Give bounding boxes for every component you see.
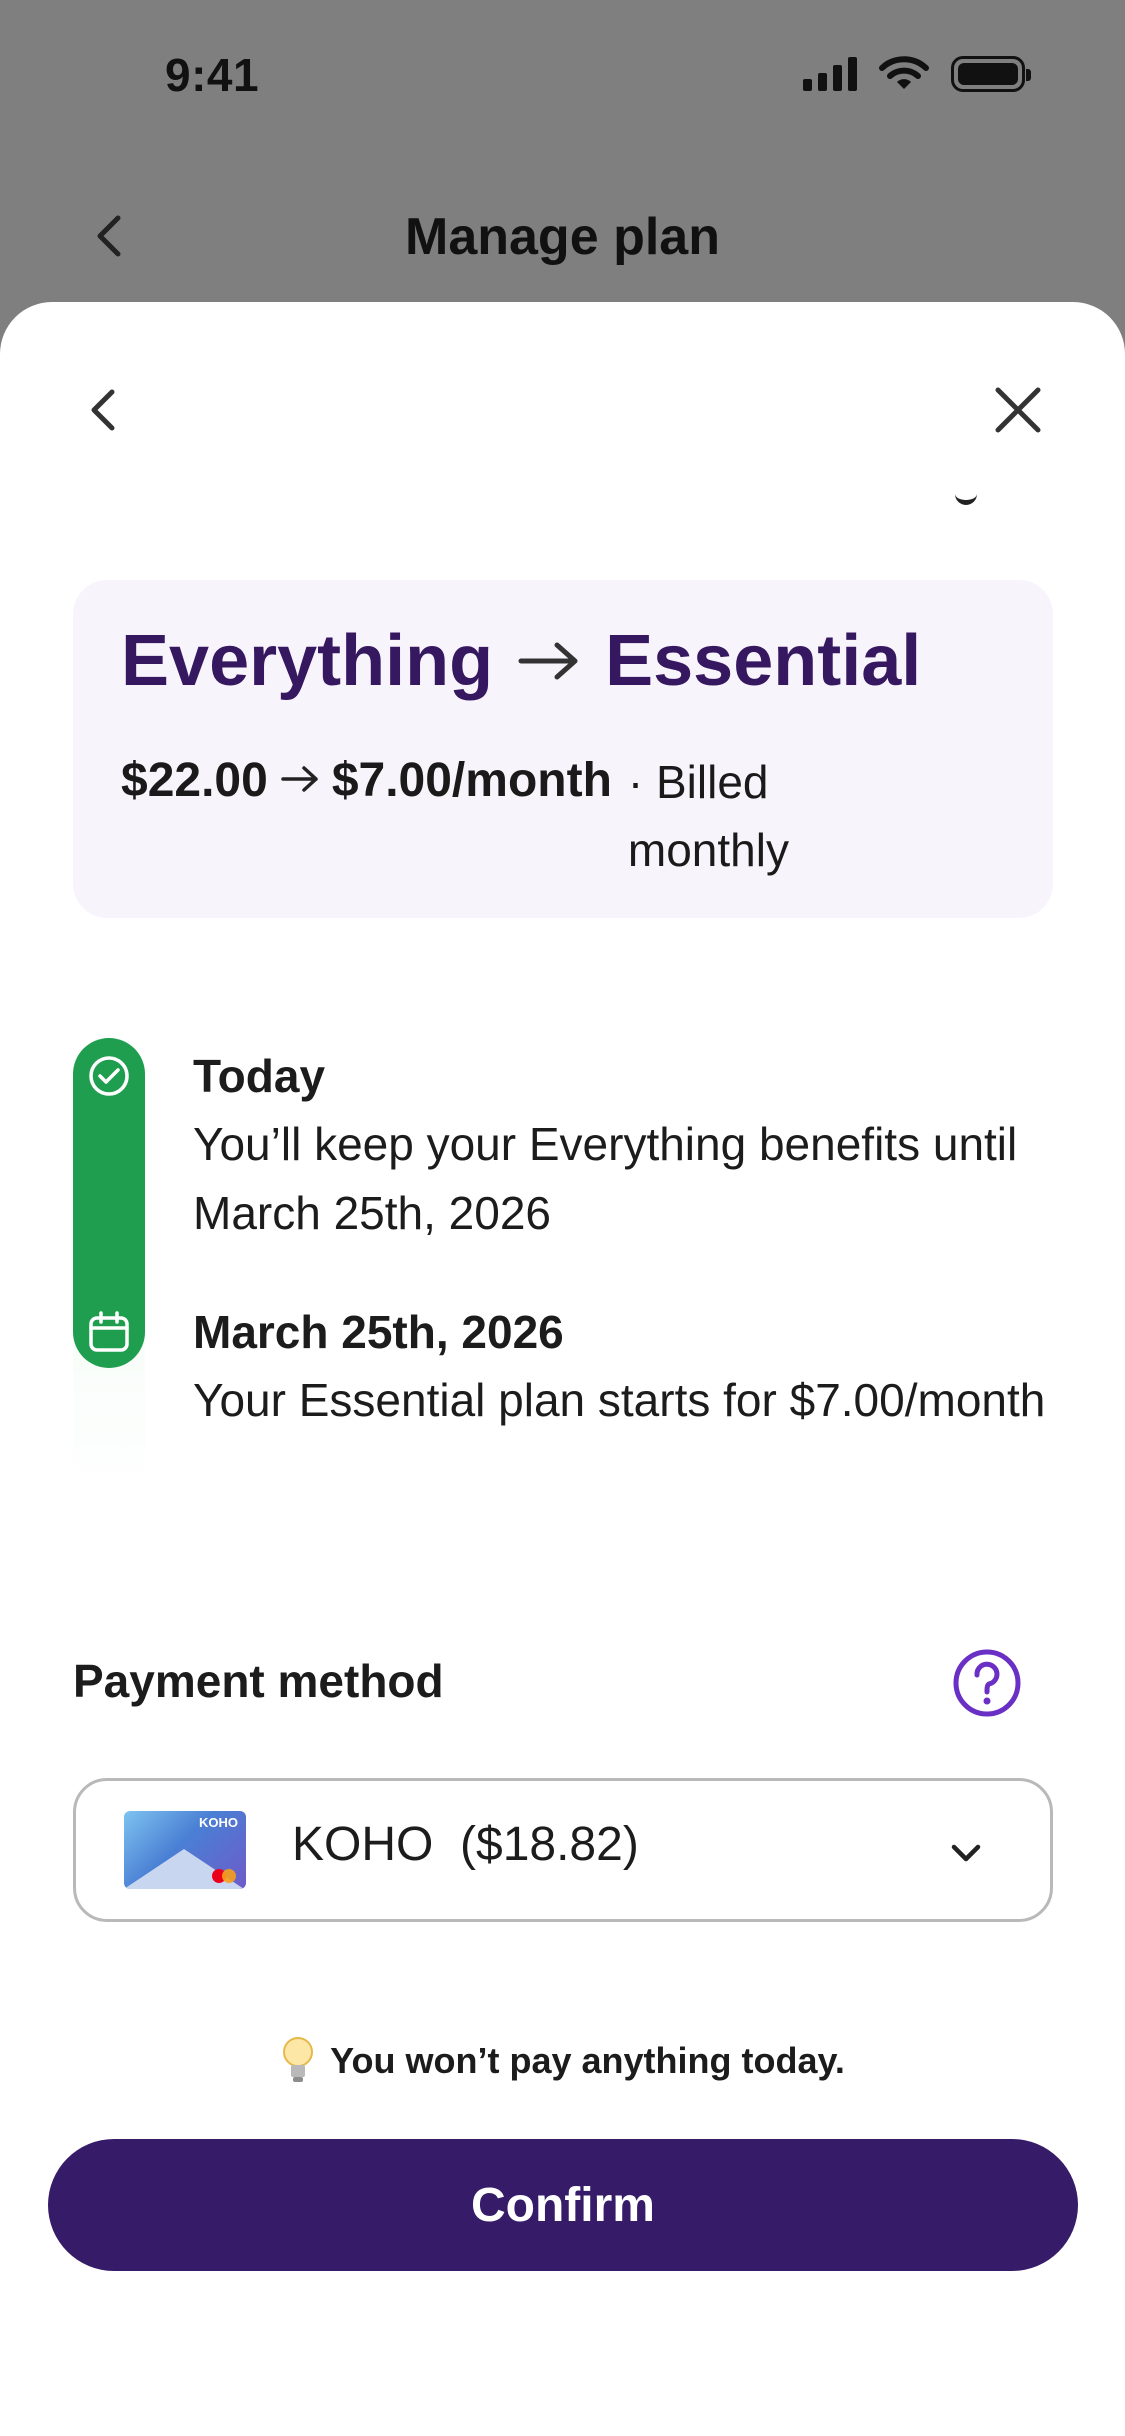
timeline-text: You’ll keep your Everything benefits unt… [193,1118,1018,1239]
payment-note: You won’t pay anything today. [0,2035,1125,2087]
arrow-right-small-icon [281,766,318,792]
note-text: You won’t pay anything today. [330,2040,845,2081]
scrolled-content-remnant [955,490,977,505]
payment-method-label: Payment method [73,1655,444,1707]
timeline-text: Your Essential plan starts for $7.00/mon… [193,1374,1046,1426]
timeline-heading: March 25th, 2026 [193,1306,564,1358]
timeline-heading: Today [193,1050,326,1102]
confirm-button[interactable]: Confirm [48,2139,1078,2271]
lightbulb-icon [283,2037,314,2082]
card-brand: KOHO [199,1815,238,1830]
to-price: $7.00/month [331,754,612,807]
plan-change-title: Everything Essential [121,620,921,702]
bottom-sheet: Everything Essential $22.00 $7.00/month … [0,302,1125,2436]
timeline-item-start-date: March 25th, 2026 Your Essential plan sta… [193,1298,1093,1435]
price-row: $22.00 $7.00/month · Billed monthly [121,742,838,884]
signal-icon [803,57,857,91]
from-price: $22.00 [121,754,268,807]
arrow-right-icon [518,642,578,680]
timeline-item-today: Today You’ll keep your Everything benefi… [193,1042,1093,1248]
check-circle-icon [89,1056,129,1096]
from-plan: Everything [121,621,494,701]
close-icon[interactable] [990,382,1046,438]
help-icon[interactable] [952,1648,1022,1718]
calendar-icon [89,1311,129,1352]
billing-frequency: · Billed monthly [627,756,789,876]
payment-method-select[interactable]: KOHO KOHO ($18.82) [73,1778,1053,1922]
status-icons [803,54,1031,94]
plan-change-card: Everything Essential $22.00 $7.00/month … [73,580,1053,918]
selected-payment-method: KOHO ($18.82) [292,1818,639,1871]
confirm-label: Confirm [471,2178,655,2232]
status-time: 9:41 [165,49,260,101]
battery-icon [951,56,1031,92]
page-title: Manage plan [405,208,720,266]
card-image: KOHO [124,1811,246,1889]
wifi-icon [879,56,929,89]
to-plan: Essential [605,621,922,701]
back-icon[interactable] [76,382,132,438]
chevron-down-icon [951,1844,981,1862]
